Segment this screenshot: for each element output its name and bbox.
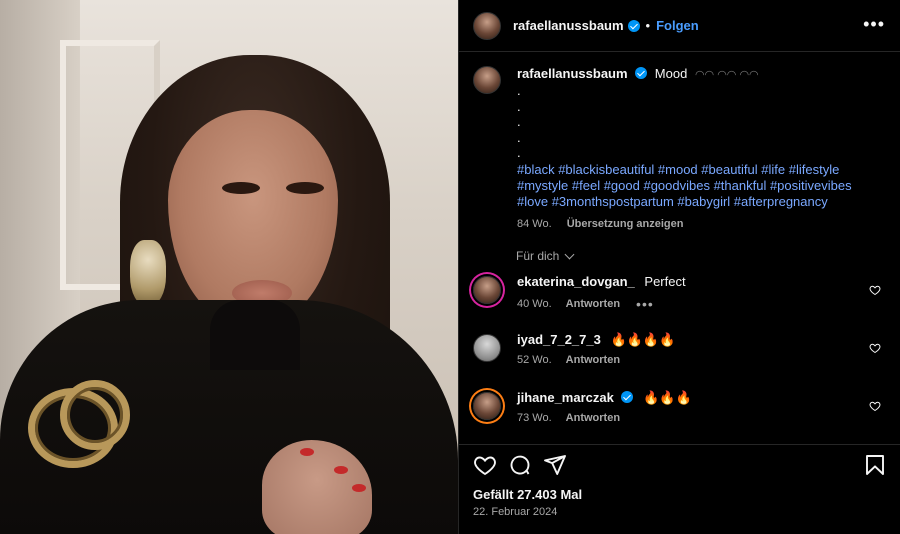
caption-meta: 84 Wo. Übersetzung anzeigen bbox=[517, 216, 883, 232]
verified-badge-icon bbox=[627, 19, 640, 32]
heart-icon[interactable] bbox=[473, 453, 497, 477]
caption-dot: . bbox=[517, 129, 521, 145]
photo-nail bbox=[300, 448, 314, 456]
more-options-icon[interactable]: ••• bbox=[863, 14, 885, 34]
hashtags-line[interactable]: #mystyle #feel #good #goodvibes #thankfu… bbox=[517, 178, 883, 194]
chevron-down-icon bbox=[564, 249, 575, 259]
photo-eye-right bbox=[286, 182, 324, 194]
comment-age: 40 Wo. bbox=[517, 298, 552, 310]
caption-age: 84 Wo. bbox=[517, 217, 552, 230]
post-date: 22. Februar 2024 bbox=[473, 506, 558, 518]
comment-text: 🔥🔥🔥 bbox=[643, 390, 692, 405]
bookmark-icon[interactable] bbox=[863, 453, 887, 477]
author-avatar[interactable] bbox=[473, 66, 501, 94]
comment-more-icon[interactable]: ••• bbox=[636, 296, 654, 312]
photo-nail bbox=[352, 484, 366, 492]
caption-dot: . bbox=[517, 114, 521, 129]
caption-dot: . bbox=[517, 98, 521, 114]
reply-button[interactable]: Antworten bbox=[566, 298, 620, 310]
caption-username[interactable]: rafaellanussbaum bbox=[517, 66, 628, 81]
likes-count[interactable]: Gefällt 27.403 Mal bbox=[473, 487, 582, 502]
post-viewer: rafaellanussbaum • Folgen ••• rafaellanu… bbox=[0, 0, 900, 534]
caption-text: Mood bbox=[654, 66, 688, 81]
photo-nail bbox=[334, 466, 348, 474]
comment-text: Perfect bbox=[644, 274, 686, 289]
reply-button[interactable]: Antworten bbox=[566, 354, 620, 366]
hashtags-line[interactable]: #love #3monthspostpartum #babygirl #afte… bbox=[517, 194, 883, 210]
comments-scroll-area[interactable]: rafaellanussbaum Mood ◠◠ ◠◠ ◠◠ . . . . .… bbox=[459, 52, 900, 444]
photo-eye-left bbox=[222, 182, 260, 194]
for-you-label: Für dich bbox=[516, 249, 560, 263]
reply-button[interactable]: Antworten bbox=[566, 412, 620, 424]
author-username[interactable]: rafaellanussbaum bbox=[513, 18, 624, 33]
caption-dot: . bbox=[517, 145, 521, 160]
post-actions-bar: Gefällt 27.403 Mal 22. Februar 2024 bbox=[459, 444, 900, 534]
heart-icon[interactable] bbox=[869, 400, 881, 412]
photo-brooch-ring bbox=[60, 380, 130, 450]
share-icon[interactable] bbox=[543, 453, 567, 477]
for-you-dropdown[interactable]: Für dich bbox=[516, 249, 575, 263]
post-header: rafaellanussbaum • Folgen ••• bbox=[459, 0, 900, 52]
caption-hashtags[interactable]: #black #blackisbeautiful #mood #beautifu… bbox=[517, 162, 883, 210]
caption-dot: . bbox=[517, 83, 521, 98]
commenter-username[interactable]: jihane_marczak bbox=[517, 390, 614, 405]
caption-emojis: ◠◠ ◠◠ ◠◠ bbox=[694, 69, 759, 81]
post-caption: rafaellanussbaum Mood ◠◠ ◠◠ ◠◠ . . . . .… bbox=[473, 66, 883, 232]
commenter-username[interactable]: iyad_7_2_7_3 bbox=[517, 332, 601, 347]
post-photo[interactable] bbox=[0, 0, 458, 534]
comment-text: 🔥🔥🔥🔥 bbox=[610, 332, 676, 347]
comment-item: ekaterina_dovgan_ Perfect 40 Wo. Antwort… bbox=[473, 274, 893, 312]
commenter-avatar[interactable] bbox=[473, 392, 501, 420]
comment-item: jihane_marczak 🔥🔥🔥 73 Wo. Antworten bbox=[473, 390, 893, 424]
header-separator: • bbox=[645, 18, 651, 33]
comment-age: 73 Wo. bbox=[517, 412, 552, 424]
verified-badge-icon bbox=[621, 391, 634, 403]
caption-dots: . . . . . bbox=[517, 83, 883, 161]
hashtags-line[interactable]: #black #blackisbeautiful #mood #beautifu… bbox=[517, 162, 883, 178]
post-sidebar: rafaellanussbaum • Folgen ••• rafaellanu… bbox=[458, 0, 900, 534]
comment-age: 52 Wo. bbox=[517, 354, 552, 366]
author-avatar[interactable] bbox=[473, 11, 501, 40]
comment-icon[interactable] bbox=[508, 453, 532, 477]
photo-earring bbox=[130, 240, 166, 306]
heart-icon[interactable] bbox=[869, 284, 881, 296]
heart-icon[interactable] bbox=[869, 342, 881, 354]
commenter-username[interactable]: ekaterina_dovgan_ bbox=[517, 274, 635, 289]
comment-item: iyad_7_2_7_3 🔥🔥🔥🔥 52 Wo. Antworten bbox=[473, 332, 893, 366]
follow-button[interactable]: Folgen bbox=[656, 18, 699, 33]
commenter-avatar[interactable] bbox=[473, 276, 501, 304]
translate-button[interactable]: Übersetzung anzeigen bbox=[567, 218, 684, 230]
verified-badge-icon bbox=[635, 67, 648, 79]
photo-turtleneck bbox=[210, 300, 300, 370]
commenter-avatar[interactable] bbox=[473, 334, 501, 362]
